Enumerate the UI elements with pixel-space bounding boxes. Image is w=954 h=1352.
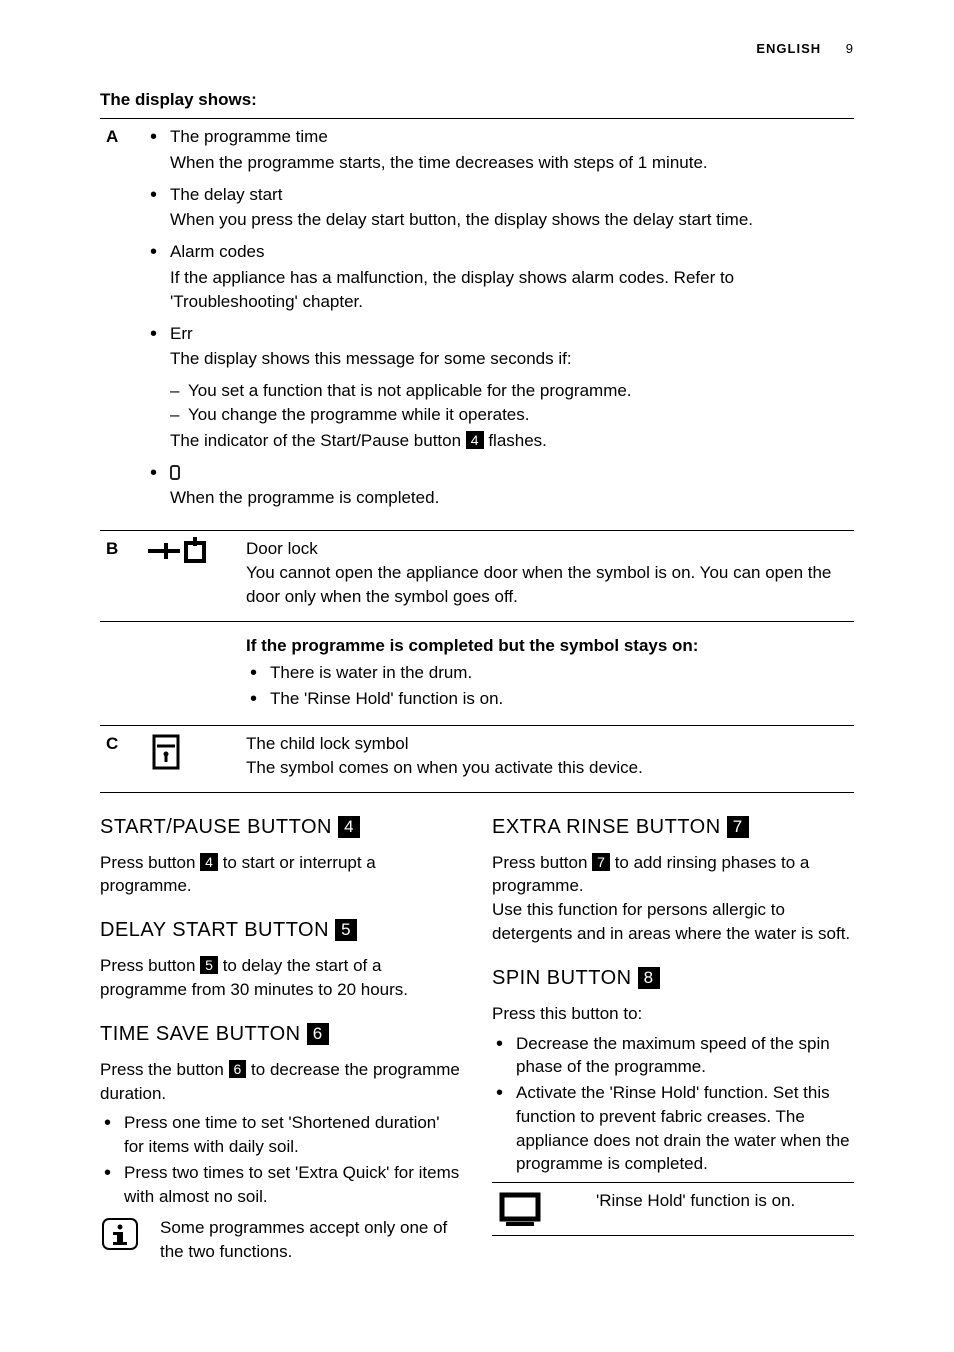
row-a-item-title: Err: [170, 324, 193, 343]
row-a-item-title: The programme time: [170, 127, 328, 146]
err-dash-item: You set a function that is not applicabl…: [170, 379, 848, 403]
spin-bullet: Activate the 'Rinse Hold' function. Set …: [492, 1081, 854, 1176]
spin-lead: Press this button to:: [492, 1002, 854, 1026]
row-b-extra: If the programme is completed but the sy…: [240, 621, 854, 725]
number-box: 5: [200, 956, 218, 974]
err-dash-item: You change the programme while it operat…: [170, 403, 848, 427]
row-a-last-desc: When the programme is completed.: [170, 486, 848, 510]
rinse-hold-text: 'Rinse Hold' function is on.: [596, 1189, 795, 1213]
rinse-hold-row: 'Rinse Hold' function is on.: [492, 1182, 854, 1236]
row-b-title: Door lock: [246, 537, 848, 561]
page-number: 9: [846, 41, 854, 56]
row-c-content: The child lock symbol The symbol comes o…: [240, 725, 854, 792]
extra-rinse-heading: EXTRA RINSE BUTTON 7: [492, 813, 854, 841]
child-lock-icon: [140, 725, 240, 792]
row-c-desc: The symbol comes on when you activate th…: [246, 756, 848, 780]
row-a-item-title: Alarm codes: [170, 242, 264, 261]
zero-segment-icon: [170, 461, 180, 485]
row-b-bullet: There is water in the drum.: [246, 661, 848, 685]
row-a-item-title: The delay start: [170, 185, 282, 204]
number-box: 7: [592, 853, 610, 871]
row-a-item-desc: When the programme starts, the time decr…: [170, 151, 848, 175]
display-shows-heading: The display shows:: [100, 88, 854, 112]
row-a-label: A: [100, 118, 140, 530]
row-b-label: B: [100, 531, 140, 621]
err-post-text: The indicator of the Start/Pause button …: [170, 429, 848, 453]
row-b-bullet: The 'Rinse Hold' function is on.: [246, 687, 848, 711]
info-icon: [100, 1216, 146, 1252]
number-box: 8: [638, 967, 660, 989]
delay-start-heading: DELAY START BUTTON 5: [100, 916, 462, 944]
row-b-desc: You cannot open the appliance door when …: [246, 561, 848, 609]
extra-rinse-text: Press button 7 to add rinsing phases to …: [492, 851, 854, 946]
row-a-content: The programme time When the programme st…: [140, 118, 854, 530]
door-lock-icon: [140, 531, 240, 621]
number-box: 4: [466, 431, 484, 449]
time-save-bullet: Press two times to set 'Extra Quick' for…: [100, 1161, 462, 1209]
display-table: A The programme time When the programme …: [100, 118, 854, 793]
right-column: EXTRA RINSE BUTTON 7 Press button 7 to a…: [492, 811, 854, 1265]
row-a-item-desc: If the appliance has a malfunction, the …: [170, 266, 848, 314]
page-header: ENGLISH 9: [100, 40, 854, 58]
time-save-text: Press the button 6 to decrease the progr…: [100, 1058, 462, 1106]
row-b-content: Door lock You cannot open the appliance …: [240, 531, 854, 621]
row-a-item-desc: The display shows this message for some …: [170, 347, 848, 371]
number-box: 5: [335, 919, 357, 941]
start-pause-heading: START/PAUSE BUTTON 4: [100, 813, 462, 841]
rinse-hold-icon: [492, 1189, 582, 1229]
row-c-label: C: [100, 725, 140, 792]
row-a-item-desc: When you press the delay start button, t…: [170, 208, 848, 232]
number-box: 4: [200, 853, 218, 871]
number-box: 6: [229, 1060, 247, 1078]
number-box: 4: [338, 816, 360, 838]
row-c-title: The child lock symbol: [246, 732, 848, 756]
left-column: START/PAUSE BUTTON 4 Press button 4 to s…: [100, 811, 462, 1265]
delay-start-text: Press button 5 to delay the start of a p…: [100, 954, 462, 1002]
spin-bullet: Decrease the maximum speed of the spin p…: [492, 1032, 854, 1080]
info-note-text: Some programmes accept only one of the t…: [160, 1216, 462, 1264]
number-box: 6: [307, 1023, 329, 1045]
info-note: Some programmes accept only one of the t…: [100, 1216, 462, 1264]
spin-heading: SPIN BUTTON 8: [492, 964, 854, 992]
time-save-heading: TIME SAVE BUTTON 6: [100, 1020, 462, 1048]
header-lang: ENGLISH: [756, 41, 821, 56]
start-pause-text: Press button 4 to start or interrupt a p…: [100, 851, 462, 899]
time-save-bullet: Press one time to set 'Shortened duratio…: [100, 1111, 462, 1159]
row-b-bold: If the programme is completed but the sy…: [246, 634, 848, 658]
number-box: 7: [727, 816, 749, 838]
